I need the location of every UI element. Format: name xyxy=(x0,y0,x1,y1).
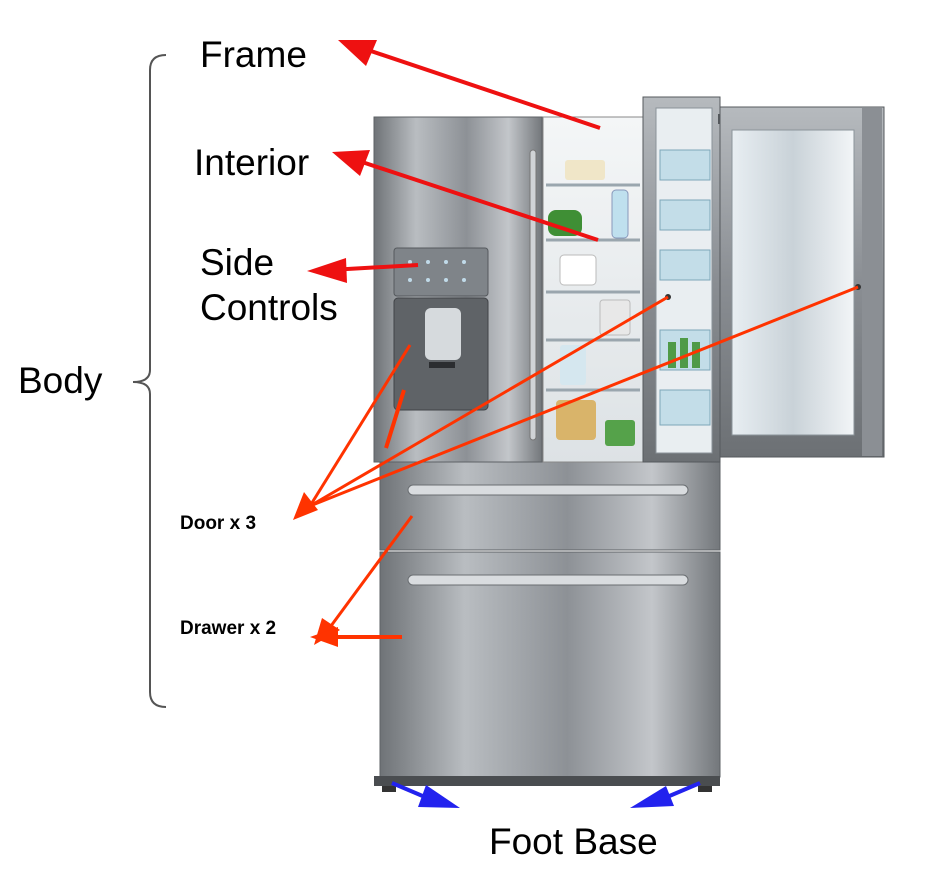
side-controls-panel xyxy=(393,247,489,297)
foot-right xyxy=(698,786,712,792)
foot-left xyxy=(382,786,396,792)
foot-base-plate xyxy=(374,776,720,786)
drawer-lower xyxy=(379,551,721,778)
interior-arrowhead xyxy=(332,150,370,176)
left-door-handle xyxy=(529,149,537,441)
body-bracket xyxy=(132,54,167,708)
diagram-canvas: Frame Interior Side Controls Body Door x… xyxy=(0,0,943,873)
refrigerator-illustration xyxy=(373,96,885,792)
foot-base-arrowhead-right xyxy=(630,786,674,808)
door-arrowhead xyxy=(293,492,318,520)
label-door: Door x 3 xyxy=(180,513,257,534)
label-body: Body xyxy=(18,360,103,401)
refrigerator-diagram xyxy=(132,40,885,808)
label-foot-base: Foot Base xyxy=(489,821,658,862)
drawer-lower-handle xyxy=(407,574,689,586)
label-side-controls-line1: Side xyxy=(200,242,275,283)
label-interior: Interior xyxy=(194,142,310,183)
label-side-controls-line2: Controls xyxy=(200,287,338,328)
side-controls-arrowhead xyxy=(307,258,347,283)
label-frame: Frame xyxy=(200,34,307,75)
right-door-glass-panel xyxy=(731,129,855,436)
drawer-upper xyxy=(379,461,721,551)
foot-base-arrowhead-left xyxy=(418,785,460,808)
dispenser-paddle xyxy=(425,308,461,360)
drawer-upper-handle xyxy=(407,484,689,496)
frame-arrowhead xyxy=(338,40,377,66)
label-drawer: Drawer x 2 xyxy=(180,618,277,639)
